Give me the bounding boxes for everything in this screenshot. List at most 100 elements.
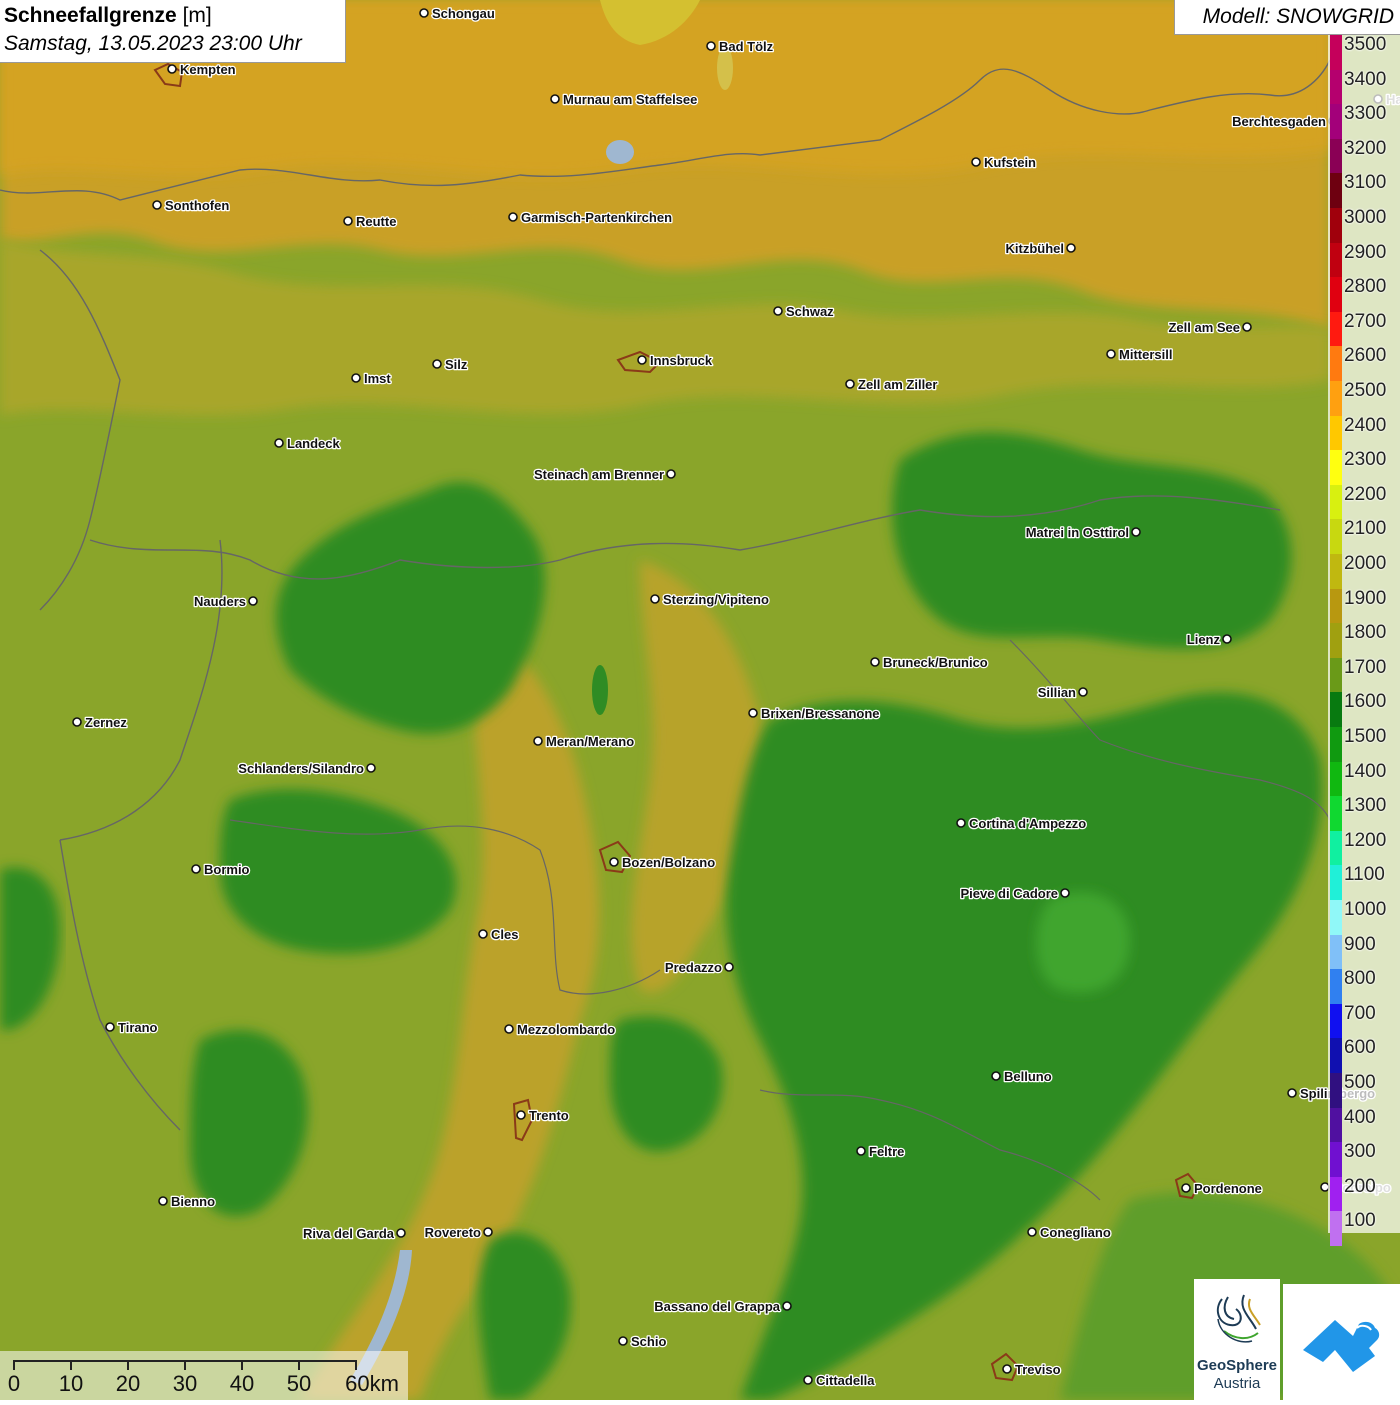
legend-swatch: [1330, 242, 1342, 278]
legend-swatch: [1330, 1038, 1342, 1073]
city-label: Trento: [529, 1108, 569, 1123]
city-marker-dot: [478, 929, 488, 939]
city-marker-dot: [1027, 1227, 1037, 1237]
city-label: Treviso: [1015, 1362, 1061, 1377]
city-marker-dot: [508, 212, 518, 222]
city-marker-dot: [351, 373, 361, 383]
legend-label: 2400: [1344, 414, 1387, 436]
city-marker-dot: [483, 1227, 493, 1237]
legend-label: 2000: [1344, 553, 1387, 574]
legend-swatch: [1330, 588, 1342, 624]
city-label: Zell am See: [1168, 320, 1240, 335]
legend-label: 1200: [1344, 829, 1387, 851]
city-marker-dot: [706, 41, 716, 51]
city-marker-dot: [419, 8, 429, 18]
city-marker-dot: [956, 818, 966, 828]
city-label: Rovereto: [425, 1225, 481, 1240]
city-marker-dot: [191, 864, 201, 874]
geosphere-logo-line1: GeoSphere: [1196, 1357, 1278, 1374]
city-marker-dot: [856, 1146, 866, 1156]
city-marker-dot: [1060, 888, 1070, 898]
scale-bar-label: 30: [172, 1371, 198, 1396]
city-marker-dot: [248, 596, 258, 606]
city-marker-dot: [72, 717, 82, 727]
city-marker-dot: [971, 157, 981, 167]
city-label: Silz: [445, 357, 468, 372]
legend-swatch: [1330, 900, 1342, 935]
city-label: Schlanders/Silandro: [238, 761, 364, 776]
city-marker-dot: [1106, 349, 1116, 359]
city-label: Mezzolombardo: [517, 1022, 615, 1037]
city-label: Sillian: [1038, 685, 1076, 700]
geosphere-logo[interactable]: GeoSphere Austria: [1194, 1279, 1280, 1400]
map-title-variable: Schneefallgrenze: [4, 4, 177, 27]
legend-swatch: [1330, 623, 1342, 658]
legend-label: 700: [1344, 1002, 1376, 1024]
city-label: Zernez: [85, 715, 127, 730]
scale-bar-tick: [241, 1360, 243, 1370]
city-label: Reutte: [356, 214, 396, 229]
snowfall-line-map[interactable]: Schongau Bad Tölz Kempten Murnau am Staffel…: [0, 0, 1400, 1400]
city-marker-dot: [1002, 1364, 1012, 1374]
legend-swatch: [1330, 761, 1342, 797]
city-marker-dot: [516, 1110, 526, 1120]
city-label: Garmisch-Partenkirchen: [521, 210, 672, 225]
legend-label: 2700: [1344, 310, 1387, 332]
city-label: Cittadella: [816, 1373, 875, 1388]
city-marker-dot: [845, 379, 855, 389]
city-label: Tirano: [118, 1020, 158, 1035]
legend-swatch: [1330, 519, 1342, 554]
city-marker-dot: [1066, 243, 1076, 253]
legend-swatch: [1330, 346, 1342, 381]
scale-bar: 0 10 20 30 40 50 60km: [0, 1351, 408, 1400]
city-marker-dot: [724, 962, 734, 972]
legend-swatch: [1330, 138, 1342, 174]
city-label: Sonthofen: [165, 198, 229, 213]
legend-swatch: [1330, 934, 1342, 970]
city-label: Riva del Garda: [303, 1226, 395, 1241]
scale-bar-tick: [127, 1360, 129, 1370]
legend-swatch: [1330, 104, 1342, 139]
city-marker-dot: [432, 359, 442, 369]
legend-swatch: [1330, 692, 1342, 727]
city-marker-dot: [105, 1022, 115, 1032]
scale-bar-label: 20: [115, 1371, 141, 1396]
legend-swatch: [1330, 727, 1342, 762]
geosphere-logo-line2: Austria: [1213, 1375, 1261, 1392]
city-label: Cles: [491, 927, 518, 942]
legend-label: 3200: [1344, 137, 1387, 159]
city-label: Predazzo: [665, 960, 722, 975]
city-label: Bozen/Bolzano: [622, 855, 715, 870]
legend-swatch: [1330, 865, 1342, 900]
city-marker-dot: [1242, 322, 1252, 332]
scale-bar-label: 0: [7, 1371, 21, 1396]
city-label: Imst: [364, 371, 391, 386]
legend-swatch: [1330, 554, 1342, 589]
city-label: Kufstein: [984, 155, 1036, 170]
legend-label: 2900: [1344, 241, 1387, 263]
legend-label: 2500: [1344, 380, 1387, 401]
city-marker-dot: [533, 736, 543, 746]
city-label: Schwaz: [786, 304, 834, 319]
legend-swatch: [1330, 69, 1342, 105]
city-label: Kitzbühel: [1006, 241, 1065, 256]
city-label: Brixen/Bressanone: [761, 706, 880, 721]
city-label: Pordenone: [1194, 1181, 1262, 1196]
legend-swatch: [1330, 1176, 1342, 1212]
legend-label: 1300: [1344, 795, 1387, 817]
city-label: Bormio: [204, 862, 250, 877]
city-label: Sterzing/Vipiteno: [663, 592, 769, 607]
scale-bar-label: 60km: [345, 1371, 399, 1396]
city-marker-dot: [274, 438, 284, 448]
city-marker-dot: [396, 1228, 406, 1238]
legend-label: 400: [1344, 1106, 1376, 1128]
city-marker-dot: [1131, 527, 1141, 537]
legend-label: 600: [1344, 1037, 1376, 1059]
city-marker-dot: [167, 64, 177, 74]
legend-label: 100: [1344, 1210, 1376, 1232]
legend-label: 3500: [1344, 34, 1387, 55]
app-logo[interactable]: [1283, 1284, 1400, 1400]
color-legend: 3500 3400 3300 3200 3100 3000 2900 2800 2700 2600…: [1328, 34, 1400, 1246]
city-label: Bad Tölz: [719, 39, 774, 54]
city-label: Pieve di Cadore: [960, 886, 1058, 901]
